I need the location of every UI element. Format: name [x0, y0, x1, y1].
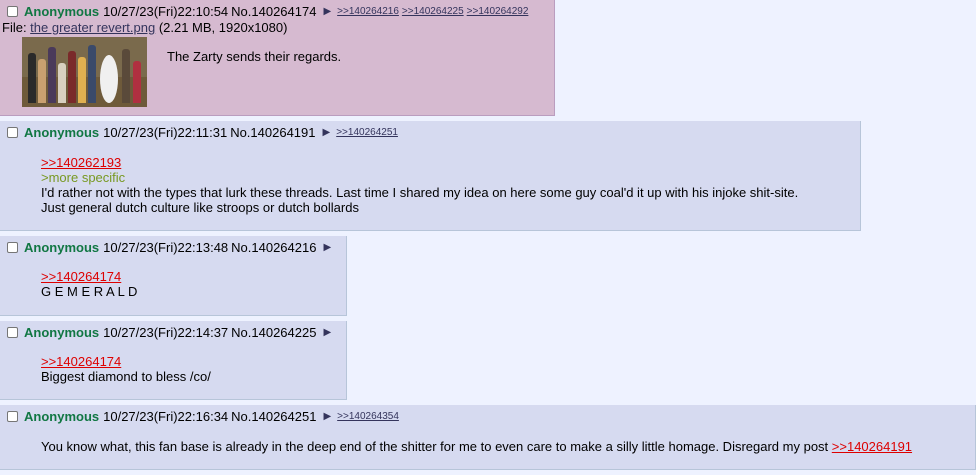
poster-name: Anonymous	[24, 4, 100, 19]
checkbox-icon[interactable]	[7, 6, 18, 17]
post-header: Anonymous 10/27/23(Fri)22:10:54 No.14026…	[7, 4, 531, 19]
file-link[interactable]: the greater revert.png	[30, 20, 155, 35]
checkbox-icon[interactable]	[7, 411, 18, 422]
backlink[interactable]: >>140264225	[402, 6, 464, 17]
message-line: I'd rather not with the types that lurk …	[41, 185, 799, 200]
post-number[interactable]: No.140264251	[231, 409, 316, 424]
backlink[interactable]: >>140264216	[337, 6, 399, 17]
file-label: File:	[2, 20, 31, 35]
post-number[interactable]: No.140264225	[231, 325, 316, 340]
backlink[interactable]: >>140264251	[336, 127, 398, 138]
post-number[interactable]: No.140264174	[231, 4, 316, 19]
post-header: Anonymous 10/27/23(Fri)22:16:34 No.14026…	[7, 409, 402, 424]
post-140264191: Anonymous 10/27/23(Fri)22:11:31 No.14026…	[0, 121, 861, 231]
post-message: You know what, this fan base is already …	[41, 439, 912, 454]
checkbox-icon[interactable]	[7, 242, 18, 253]
poster-name: Anonymous	[24, 409, 100, 424]
post-140264225: Anonymous 10/27/23(Fri)22:14:37 No.14026…	[0, 321, 347, 400]
post-140264251: Anonymous 10/27/23(Fri)22:16:34 No.14026…	[0, 405, 976, 470]
checkbox-icon[interactable]	[7, 127, 18, 138]
post-message: >>140264174 Biggest diamond to bless /co…	[41, 354, 211, 384]
post-message: >>140262193 >more specific I'd rather no…	[41, 155, 798, 215]
triangle-menu-icon[interactable]: ▶	[323, 411, 331, 422]
post-number[interactable]: No.140264216	[231, 240, 316, 255]
triangle-menu-icon[interactable]: ▶	[323, 242, 331, 253]
checkbox-icon[interactable]	[7, 327, 18, 338]
poster-name: Anonymous	[24, 240, 100, 255]
triangle-menu-icon[interactable]: ▶	[323, 127, 331, 138]
triangle-menu-icon[interactable]: ▶	[323, 6, 331, 17]
post-date: 10/27/23(Fri)22:10:54	[103, 4, 229, 19]
quote-link[interactable]: >>140262193	[41, 155, 121, 170]
message-text: The Zarty sends their regards.	[167, 49, 342, 64]
post-header: Anonymous 10/27/23(Fri)22:14:37 No.14026…	[7, 325, 337, 340]
thumbnail-image[interactable]	[22, 37, 147, 107]
post-date: 10/27/23(Fri)22:16:34	[103, 409, 229, 424]
post-number[interactable]: No.140264191	[230, 125, 315, 140]
post-message: The Zarty sends their regards.	[167, 49, 341, 64]
post-date: 10/27/23(Fri)22:11:31	[103, 125, 228, 140]
post-header: Anonymous 10/27/23(Fri)22:13:48 No.14026…	[7, 240, 337, 255]
poster-name: Anonymous	[24, 125, 100, 140]
file-meta: (2.21 MB, 1920x1080)	[155, 20, 288, 35]
backlink[interactable]: >>140264354	[337, 411, 399, 422]
message-line: Just general dutch culture like stroops …	[41, 200, 359, 215]
post-header: Anonymous 10/27/23(Fri)22:11:31 No.14026…	[7, 125, 401, 140]
post-140264216: Anonymous 10/27/23(Fri)22:13:48 No.14026…	[0, 236, 347, 316]
message-text: G E M E R A L D	[41, 284, 138, 299]
post-message: >>140264174 G E M E R A L D	[41, 269, 137, 299]
message-text: You know what, this fan base is already …	[41, 439, 832, 454]
quote-link[interactable]: >>140264174	[41, 354, 121, 369]
file-info: File: the greater revert.png (2.21 MB, 1…	[2, 20, 287, 35]
poster-name: Anonymous	[24, 325, 100, 340]
quote-link[interactable]: >>140264191	[832, 439, 912, 454]
post-140264174: Anonymous 10/27/23(Fri)22:10:54 No.14026…	[0, 0, 555, 116]
post-date: 10/27/23(Fri)22:14:37	[103, 325, 229, 340]
message-text: Biggest diamond to bless /co/	[41, 369, 211, 384]
greentext: >more specific	[41, 170, 126, 185]
post-date: 10/27/23(Fri)22:13:48	[103, 240, 229, 255]
triangle-menu-icon[interactable]: ▶	[323, 327, 331, 338]
quote-link[interactable]: >>140264174	[41, 269, 121, 284]
backlink[interactable]: >>140264292	[467, 6, 529, 17]
